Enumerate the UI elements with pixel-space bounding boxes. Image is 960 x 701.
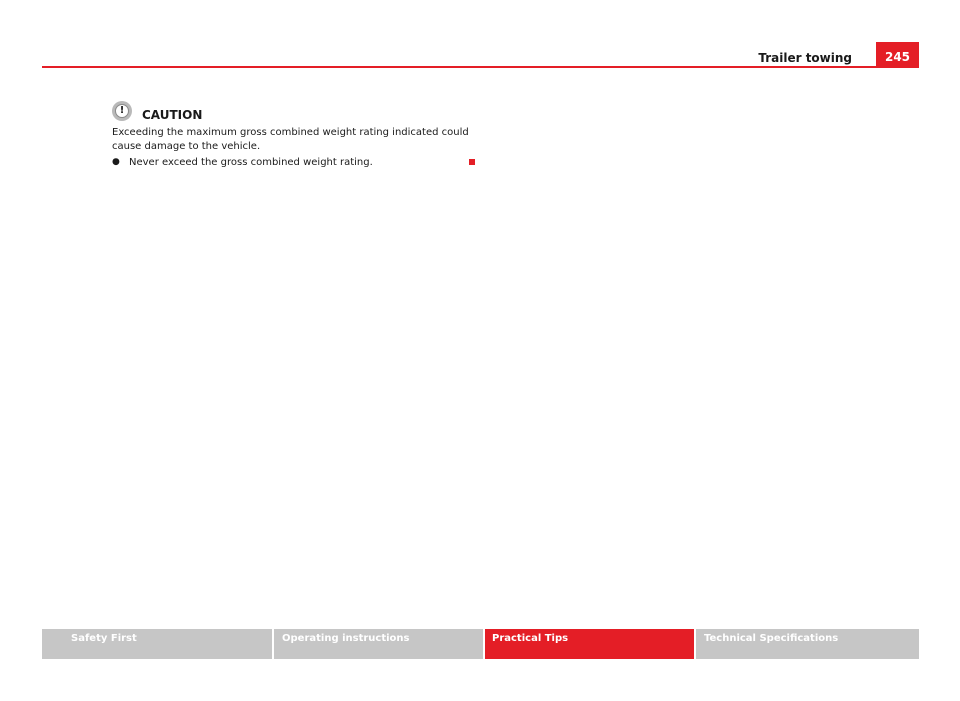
bullet-dot-icon: ● [112,157,120,167]
tab-operating-instructions[interactable]: Operating instructions [274,629,483,659]
caution-text: Exceeding the maximum gross combined wei… [112,127,469,152]
header-rule [42,66,919,68]
tab-safety-first[interactable]: Safety First [42,629,272,659]
caution-bullet: ● Never exceed the gross combined weight… [112,156,373,169]
footer-chapter-nav: Safety First Operating instructions Prac… [42,629,919,659]
page-number: 245 [876,42,919,68]
caution-bullet-text: Never exceed the gross combined weight r… [129,157,373,168]
tab-practical-tips[interactable]: Practical Tips [485,629,694,659]
section-end-marker [469,159,475,165]
caution-title: CAUTION [142,108,203,122]
tab-technical-specifications[interactable]: Technical Specifications [696,629,919,659]
section-title: Trailer towing [758,51,852,65]
exclamation-circle-icon: ! [112,101,132,121]
